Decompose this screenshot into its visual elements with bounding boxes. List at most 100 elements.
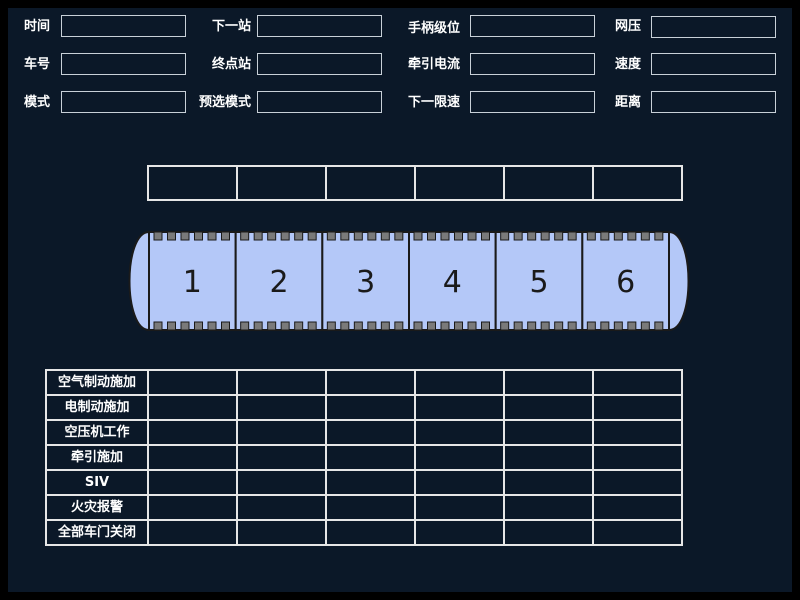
- car-3-bottom-wheel: [367, 321, 377, 331]
- status-cell-car-5: [503, 469, 594, 496]
- car-2-bottom-wheel: [267, 321, 277, 331]
- car-1-top-wheel: [194, 231, 203, 241]
- car-4-bottom-wheel: [413, 321, 423, 331]
- train-diagram: 1 2 3 4 5 6: [128, 230, 690, 332]
- status-row: 全部车门关闭: [45, 519, 683, 546]
- car-2-bottom-wheel: [307, 321, 317, 331]
- car-6-bottom-wheel: [600, 321, 610, 331]
- car-1-bottom-wheel: [207, 321, 217, 331]
- car-2-top-wheel: [253, 231, 263, 241]
- status-cell-car-1: [147, 444, 238, 471]
- car-number-4: 4: [443, 265, 462, 300]
- status-cell-car-4: [414, 369, 505, 396]
- car-6-top-wheel: [627, 231, 637, 241]
- car-5-top-wheel: [513, 231, 523, 241]
- status-table: 空气制动施加 电制动施加 空压机工作 牵引施加 SIV 火灾报警 全部车门关闭: [45, 369, 683, 546]
- car-indicator-cell-6: [592, 165, 683, 201]
- status-cell-car-6: [592, 419, 683, 446]
- status-cell-car-3: [325, 369, 416, 396]
- car-6-bottom-wheel: [627, 321, 637, 331]
- line-voltage-field: [651, 16, 776, 38]
- status-cell-car-4: [414, 419, 505, 446]
- status-row-label: 空压机工作: [45, 419, 149, 446]
- status-cell-car-4: [414, 469, 505, 496]
- line-voltage-label: 网压: [615, 19, 642, 34]
- car-4-top-wheel: [427, 231, 436, 241]
- car-4-bottom-wheel: [440, 321, 450, 331]
- car-4-bottom-wheel: [467, 321, 477, 331]
- status-cell-car-5: [503, 494, 594, 521]
- status-cell-car-4: [414, 519, 505, 546]
- status-row-label: 空气制动施加: [45, 369, 149, 396]
- car-number-6: 6: [616, 265, 635, 300]
- car-number-3: 3: [356, 265, 375, 300]
- status-cell-car-2: [236, 444, 327, 471]
- car-4-top-wheel: [440, 231, 450, 241]
- car-5-top-wheel: [567, 231, 577, 241]
- car-4-bottom-wheel: [427, 321, 436, 331]
- status-cell-car-6: [592, 369, 683, 396]
- status-cell-car-5: [503, 369, 594, 396]
- car-4-top-wheel: [467, 231, 477, 241]
- car-indicator-cell-4: [414, 165, 505, 201]
- handle-level-label: 手柄级位: [408, 21, 461, 36]
- car-number-1: 1: [183, 265, 202, 300]
- car-6-top-wheel: [640, 231, 650, 241]
- next-speed-limit-field: [470, 91, 595, 113]
- car-3-bottom-wheel: [380, 321, 390, 331]
- car-1-bottom-wheel: [180, 321, 190, 331]
- next-station-label: 下一站: [212, 19, 252, 34]
- handle-level-field: [470, 15, 595, 37]
- car-6-top-wheel: [600, 231, 610, 241]
- car-2-bottom-wheel: [280, 321, 290, 331]
- status-cell-car-1: [147, 394, 238, 421]
- status-cell-car-3: [325, 519, 416, 546]
- car-number-2: 2: [269, 265, 288, 300]
- car-indicator-table: [147, 165, 683, 201]
- next-speed-limit-label: 下一限速: [408, 95, 461, 110]
- car-3-top-wheel: [394, 231, 404, 241]
- status-row-label: 火灾报警: [45, 494, 149, 521]
- status-cell-car-2: [236, 519, 327, 546]
- status-cell-car-1: [147, 494, 238, 521]
- car-2-bottom-wheel: [294, 321, 304, 331]
- distance-label: 距离: [615, 95, 642, 110]
- status-cell-car-2: [236, 419, 327, 446]
- train-cab-right: [668, 230, 690, 332]
- car-4-top-wheel: [413, 231, 423, 241]
- terminal-station-label: 终点站: [212, 57, 252, 72]
- status-cell-car-3: [325, 444, 416, 471]
- car-1-top-wheel: [167, 231, 176, 241]
- car-4-top-wheel: [481, 231, 490, 241]
- status-cell-car-2: [236, 494, 327, 521]
- car-2-top-wheel: [294, 231, 304, 241]
- status-cell-car-6: [592, 519, 683, 546]
- car-1-top-wheel: [180, 231, 190, 241]
- status-cell-car-6: [592, 444, 683, 471]
- status-row: 空压机工作: [45, 419, 683, 446]
- car-5-top-wheel: [527, 231, 537, 241]
- status-cell-car-3: [325, 394, 416, 421]
- car-2-top-wheel: [307, 231, 317, 241]
- car-1-bottom-wheel: [221, 321, 230, 331]
- car-3-top-wheel: [380, 231, 390, 241]
- car-4-bottom-wheel: [454, 321, 463, 331]
- car-6-top-wheel: [613, 231, 623, 241]
- status-row: 空气制动施加: [45, 369, 683, 396]
- status-cell-car-1: [147, 469, 238, 496]
- time-label: 时间: [24, 19, 51, 34]
- car-1-bottom-wheel: [153, 321, 163, 331]
- status-cell-car-1: [147, 369, 238, 396]
- speed-field: [651, 53, 776, 75]
- car-1-bottom-wheel: [167, 321, 176, 331]
- car-5-top-wheel: [540, 231, 550, 241]
- status-cell-car-2: [236, 369, 327, 396]
- status-row-label: 电制动施加: [45, 394, 149, 421]
- car-5-bottom-wheel: [500, 321, 510, 331]
- status-cell-car-5: [503, 444, 594, 471]
- car-indicator-cell-3: [325, 165, 416, 201]
- train-number-field: [61, 53, 186, 75]
- car-3-bottom-wheel: [394, 321, 404, 331]
- car-1-top-wheel: [221, 231, 230, 241]
- next-station-field: [257, 15, 382, 37]
